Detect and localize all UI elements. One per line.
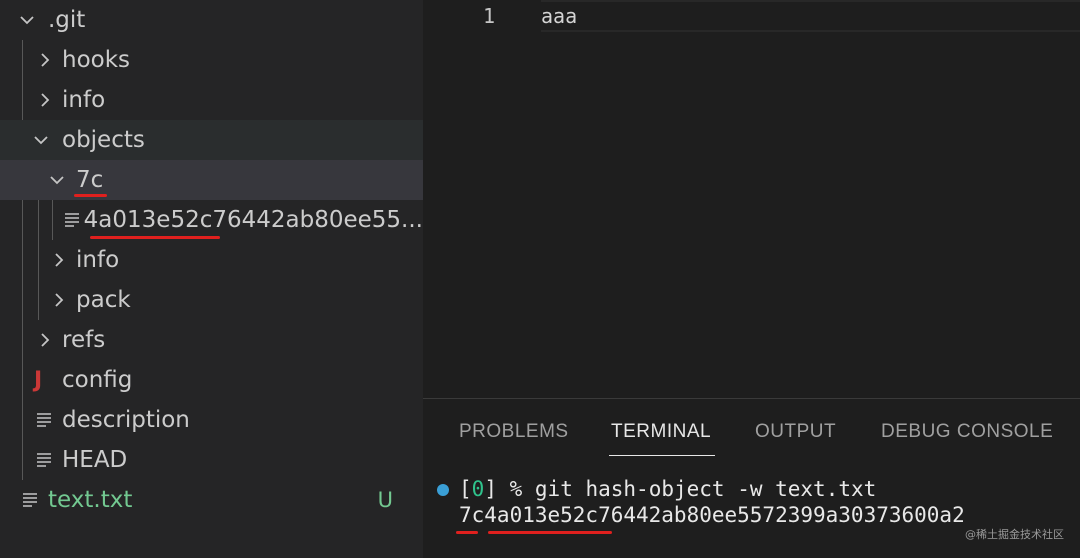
command-status-dot-icon xyxy=(437,484,449,496)
json-file-icon: J xyxy=(34,367,43,393)
chevron-right-icon xyxy=(32,80,58,120)
highlight-underline xyxy=(74,194,107,197)
tree-item-config-file[interactable]: J config xyxy=(0,360,423,400)
highlight-underline xyxy=(90,236,220,239)
tree-item-description-file[interactable]: description xyxy=(0,400,423,440)
highlight-underline xyxy=(488,531,612,534)
tree-item-objects-folder[interactable]: objects xyxy=(0,120,423,160)
tree-item-label: pack xyxy=(76,287,131,313)
tree-item-pack-folder[interactable]: pack xyxy=(0,280,423,320)
tree-item-objects-info-folder[interactable]: info xyxy=(0,240,423,280)
tree-item-object-file[interactable]: 4a013e52c76442ab80ee55... xyxy=(0,200,423,240)
code-line-text[interactable]: aaa xyxy=(541,4,577,28)
chevron-right-icon xyxy=(32,40,58,80)
tree-item-label: HEAD xyxy=(62,447,128,473)
watermark: @稀土掘金技术社区 xyxy=(965,528,1064,541)
tree-item-head-file[interactable]: HEAD xyxy=(0,440,423,480)
tab-debug-console[interactable]: DEBUG CONSOLE xyxy=(881,421,1053,443)
line-number: 1 xyxy=(483,4,496,28)
tab-terminal[interactable]: TERMINAL xyxy=(611,421,711,443)
tree-item-label: info xyxy=(76,247,120,273)
tree-item-7c-folder[interactable]: 7c xyxy=(0,160,423,200)
tree-item-label: .git xyxy=(48,7,86,33)
chevron-down-icon xyxy=(28,120,54,160)
tree-item-label: text.txt xyxy=(48,487,133,513)
chevron-down-icon xyxy=(14,0,40,40)
chevron-right-icon xyxy=(46,240,72,280)
terminal-output-line: 7c4a013e52c76442ab80ee5572399a30373600a2 xyxy=(459,503,965,527)
highlight-underline xyxy=(456,531,478,534)
prompt-bracket-close: ] % xyxy=(484,477,523,501)
chevron-down-icon xyxy=(44,160,70,200)
tree-item-git-folder[interactable]: .git xyxy=(0,0,423,40)
tree-item-label: objects xyxy=(62,127,145,153)
tree-item-text-file[interactable]: text.txt U xyxy=(0,480,423,520)
text-file-icon xyxy=(20,480,46,520)
active-tab-indicator xyxy=(609,455,715,456)
tree-item-info-folder[interactable]: info xyxy=(0,80,423,120)
tree-item-label: 7c xyxy=(76,167,104,193)
tab-problems[interactable]: PROBLEMS xyxy=(459,421,569,443)
tree-item-label: config xyxy=(62,367,133,393)
chevron-right-icon xyxy=(46,280,72,320)
explorer-sidebar: .git hooks info objects 7c 4a013e52c7644… xyxy=(0,0,423,558)
prompt-index: 0 xyxy=(471,477,485,501)
git-untracked-badge: U xyxy=(377,488,393,512)
tree-item-label: 4a013e52c76442ab80ee55... xyxy=(83,207,423,233)
prompt-bracket-open: [ xyxy=(459,477,472,501)
text-file-icon xyxy=(34,400,60,440)
tree-item-hooks-folder[interactable]: hooks xyxy=(0,40,423,80)
tab-output[interactable]: OUTPUT xyxy=(755,421,836,443)
terminal-command-line[interactable]: [0] % git hash-object -w text.txt xyxy=(459,477,876,501)
tree-item-label: refs xyxy=(62,327,106,353)
terminal-command: git hash-object -w text.txt xyxy=(534,477,877,501)
editor-area[interactable]: 1 aaa xyxy=(423,0,1080,398)
chevron-right-icon xyxy=(32,320,58,360)
text-file-icon xyxy=(34,440,60,480)
tree-item-refs-folder[interactable]: refs xyxy=(0,320,423,360)
tree-item-label: description xyxy=(62,407,190,433)
tree-item-label: hooks xyxy=(62,47,131,73)
text-file-icon xyxy=(62,200,82,240)
tree-item-label: info xyxy=(62,87,106,113)
current-line-highlight xyxy=(541,0,1080,32)
